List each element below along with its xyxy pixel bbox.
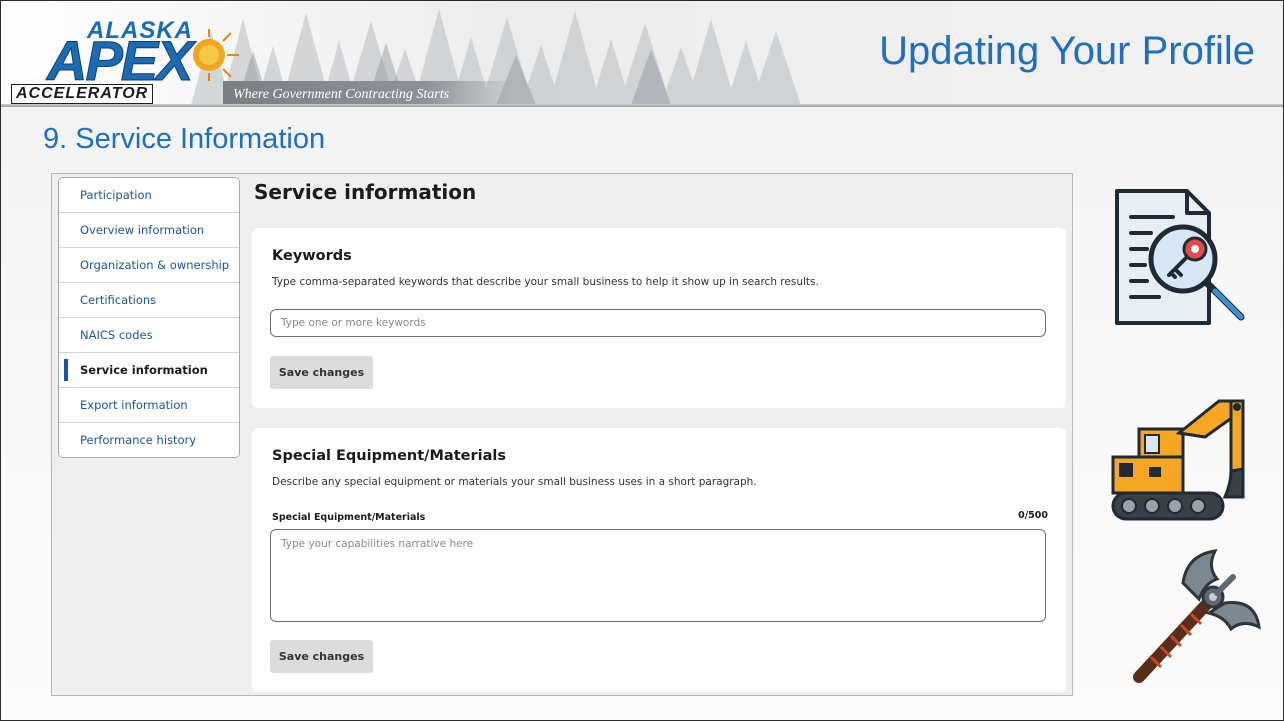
logo-apex-text: APEX <box>47 29 194 92</box>
sidenav-item-overview-information[interactable]: Overview information <box>59 213 239 248</box>
profile-sidenav: Participation Overview information Organ… <box>58 177 240 458</box>
sidenav-item-participation[interactable]: Participation <box>59 178 239 213</box>
special-equipment-card: Special Equipment/Materials Describe any… <box>252 428 1066 692</box>
special-equipment-field-label: Special Equipment/Materials <box>272 512 426 523</box>
header-banner: ALASKA APEX ACCELERATOR Where Government… <box>1 1 1283 107</box>
profile-form-screenshot: Participation Overview information Organ… <box>51 173 1073 696</box>
special-equipment-title: Special Equipment/Materials <box>272 448 506 464</box>
form-heading: Service information <box>254 180 477 204</box>
slide: ALASKA APEX ACCELERATOR Where Government… <box>0 0 1284 721</box>
apex-accelerator-logo: ALASKA APEX ACCELERATOR <box>9 11 259 104</box>
sidenav-item-export-information[interactable]: Export information <box>59 388 239 423</box>
special-equipment-textarea[interactable] <box>270 529 1046 622</box>
logo-accelerator-text: ACCELERATOR <box>11 84 154 104</box>
keywords-description: Type comma-separated keywords that descr… <box>272 276 819 288</box>
excavator-icon <box>1111 399 1245 521</box>
tagline: Where Government Contracting Starts <box>233 87 450 102</box>
sidenav-item-certifications[interactable]: Certifications <box>59 283 239 318</box>
special-equipment-save-button[interactable]: Save changes <box>270 640 373 673</box>
sun-compass-icon <box>193 29 239 81</box>
sidenav-item-performance-history[interactable]: Performance history <box>59 423 239 457</box>
page-title: Updating Your Profile <box>879 29 1255 73</box>
keywords-title: Keywords <box>272 248 352 264</box>
battle-axe-icon <box>1133 549 1261 683</box>
character-counter: 0/500 <box>1018 510 1048 521</box>
keywords-input[interactable] <box>270 309 1046 337</box>
keywords-save-button[interactable]: Save changes <box>270 356 373 389</box>
sidenav-item-organization-ownership[interactable]: Organization & ownership <box>59 248 239 283</box>
section-title: 9. Service Information <box>43 123 326 155</box>
keywords-card: Keywords Type comma-separated keywords t… <box>252 228 1066 408</box>
sidenav-item-service-information[interactable]: Service information <box>59 353 239 388</box>
document-key-search-icon <box>1115 189 1245 325</box>
header-divider <box>1 104 1283 107</box>
sidenav-item-naics-codes[interactable]: NAICS codes <box>59 318 239 353</box>
special-equipment-description: Describe any special equipment or materi… <box>272 476 757 488</box>
